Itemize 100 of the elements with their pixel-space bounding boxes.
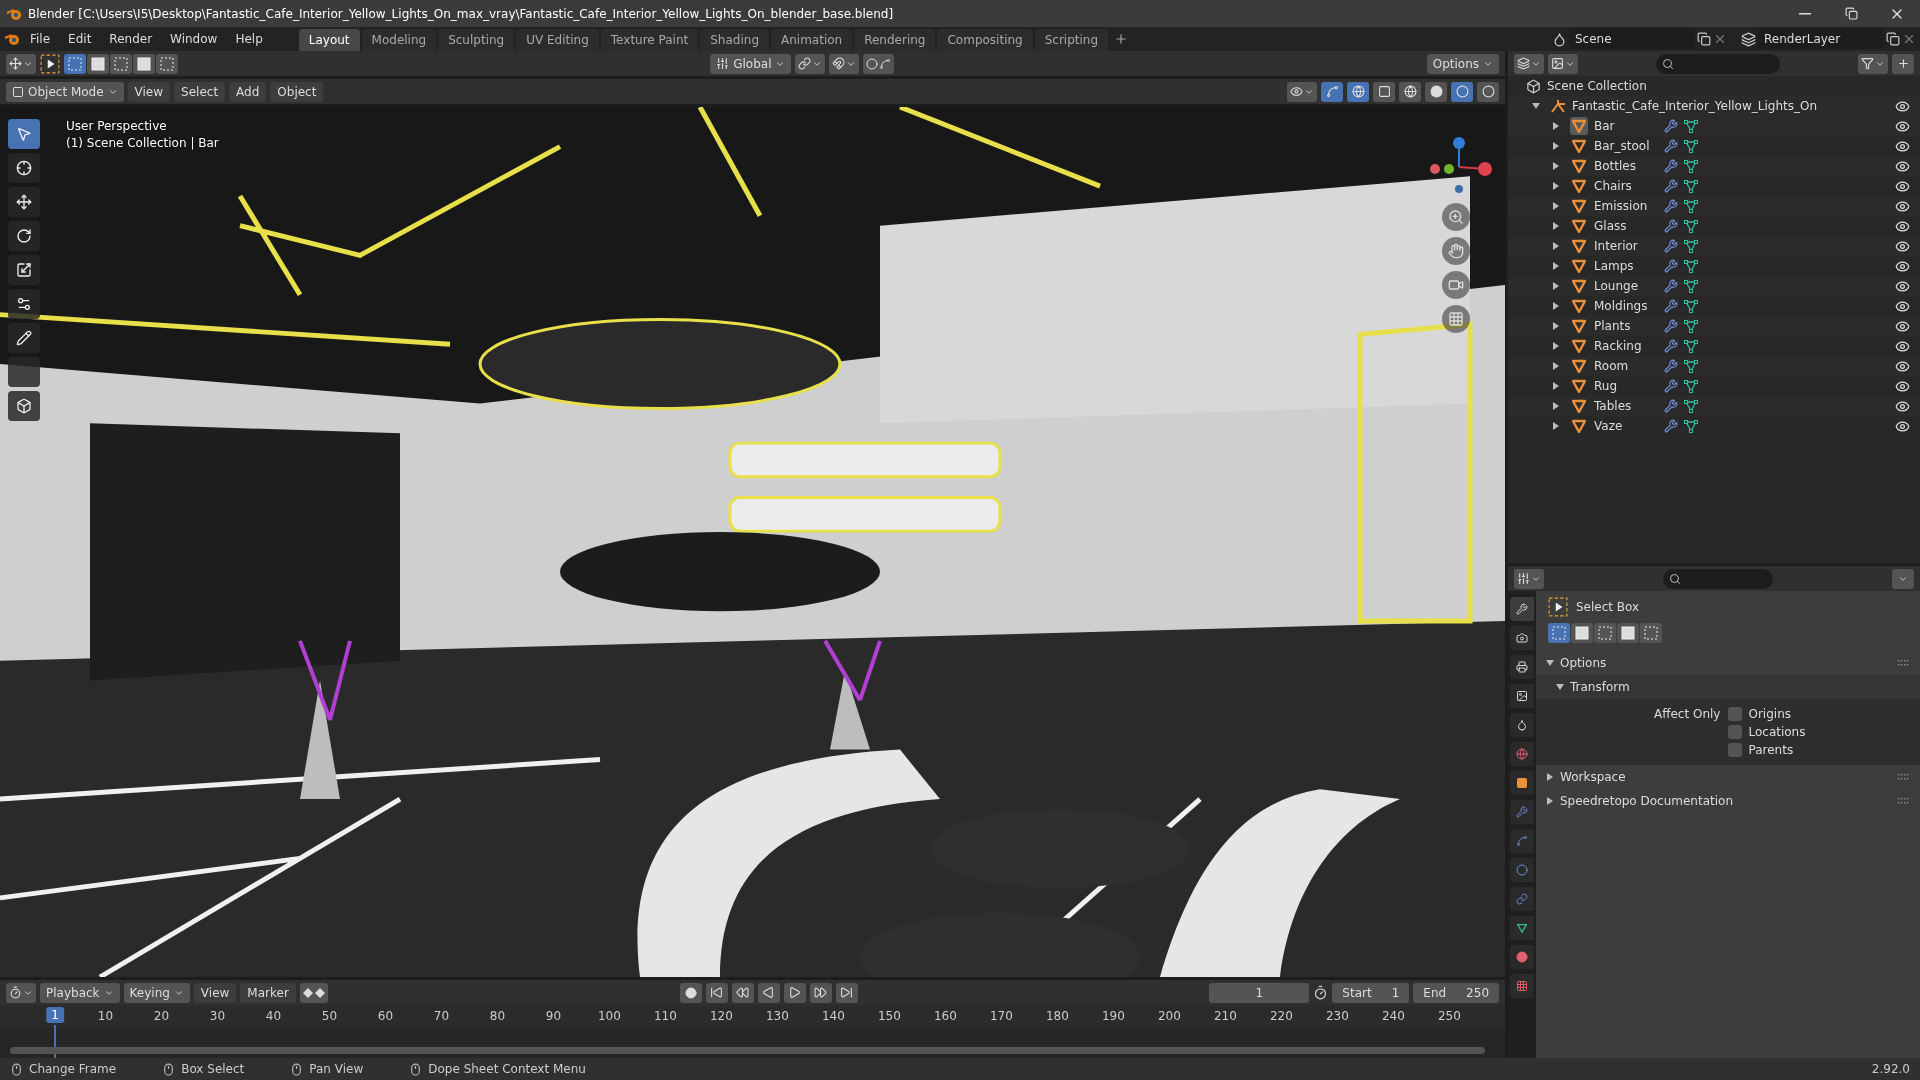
viewport-menu[interactable]: Add [229,81,267,102]
visibility-eye-icon[interactable] [1895,138,1910,154]
mesh-data-icon[interactable] [1684,199,1698,213]
workspace-tab[interactable]: Shading [700,29,769,51]
timeline-menu[interactable]: Marker [240,982,296,1003]
outliner-item[interactable]: Glass [1594,219,1654,233]
editor-type-button[interactable] [1514,53,1544,74]
outliner-item[interactable]: Vaze [1594,419,1654,433]
modifier-wrench-icon[interactable] [1664,179,1678,193]
outliner-item[interactable]: Lounge [1594,279,1654,293]
start-frame-field[interactable]: Start 1 [1332,982,1410,1003]
expand-arrow-icon[interactable] [1552,242,1560,250]
current-frame-field[interactable]: 1 [1209,982,1310,1003]
expand-arrow-icon[interactable] [1552,162,1560,170]
jump-start-button[interactable] [705,982,728,1003]
checkbox[interactable] [1728,725,1743,739]
expand-arrow-icon[interactable] [1552,322,1560,330]
physics-tab[interactable] [1510,858,1534,882]
material-tab[interactable] [1510,945,1534,969]
workspace-tab[interactable]: Scripting [1034,29,1109,51]
menu-item[interactable]: Render [101,30,161,48]
panel-arrow-icon[interactable] [1556,683,1564,691]
scene-icon[interactable] [1552,31,1567,47]
object-icon-holder[interactable] [1570,357,1588,375]
object-icon-holder[interactable] [1570,117,1588,135]
remove-scene-icon[interactable] [1713,32,1727,46]
mesh-data-icon[interactable] [1684,139,1698,153]
modifier-wrench-icon[interactable] [1664,319,1678,333]
pan-button[interactable] [1442,237,1470,265]
modifier-wrench-icon[interactable] [1664,419,1678,433]
expand-arrow-icon[interactable] [1552,342,1560,350]
drag-handle-icon[interactable] [1898,660,1910,666]
expand-arrow-icon[interactable] [1552,422,1560,430]
modifier-wrench-icon[interactable] [1664,219,1678,233]
remove-view-layer-icon[interactable] [1902,32,1916,46]
proportional-edit-button[interactable] [863,53,895,74]
scene-selector[interactable]: Scene [1569,29,1695,49]
new-collection-button[interactable] [1892,53,1914,74]
outliner-item[interactable]: Chairs [1594,179,1654,193]
mesh-data-tab[interactable] [1510,916,1534,940]
mesh-data-icon[interactable] [1684,419,1698,433]
visibility-eye-icon[interactable] [1895,358,1910,374]
grid-view-button[interactable] [1442,305,1470,333]
new-scene-icon[interactable] [1697,32,1711,46]
scroll-bar[interactable] [10,1047,1485,1054]
jump-end-button[interactable] [835,982,858,1003]
mode-intersect-button[interactable] [1640,623,1662,643]
modifier-wrench-icon[interactable] [1664,259,1678,273]
outliner-item[interactable]: Moldings [1594,299,1654,313]
visibility-eye-icon[interactable] [1895,98,1910,114]
keyframe-button[interactable] [299,982,328,1003]
viewport-menu[interactable]: Select [174,81,226,102]
mesh-data-icon[interactable] [1684,399,1698,413]
object-icon-holder[interactable] [1570,397,1588,415]
outliner-item[interactable]: Bottles [1594,159,1654,173]
mesh-data-icon[interactable] [1684,339,1698,353]
editor-type-button[interactable] [6,982,36,1003]
modifier-wrench-icon[interactable] [1664,199,1678,213]
rotate-tool-button[interactable] [8,221,40,251]
visibility-eye-icon[interactable] [1895,118,1910,134]
mesh-data-icon[interactable] [1684,219,1698,233]
mode-new-button[interactable] [64,53,86,74]
workspace-tab[interactable]: Texture Paint [600,29,699,51]
panel-title[interactable]: Speedretopo Documentation [1560,794,1733,808]
outliner-item[interactable]: Tables [1594,399,1654,413]
expand-arrow-icon[interactable] [1552,182,1560,190]
search-field[interactable] [1663,568,1773,589]
visibility-eye-icon[interactable] [1895,258,1910,274]
checkbox[interactable] [1728,743,1743,757]
object-icon-holder[interactable] [1570,237,1588,255]
mode-extend-button[interactable] [87,53,109,74]
menu-item[interactable]: File [22,30,59,48]
gizmo-button[interactable] [1321,81,1343,102]
mode-intersect-button[interactable] [156,53,178,74]
viewport-menu[interactable]: Object [270,81,324,102]
menu-item[interactable]: Window [162,30,226,48]
annotate-tool-button[interactable] [8,323,40,353]
outliner-item[interactable]: Fantastic_Cafe_Interior_Yellow_Lights_On [1572,99,1817,113]
outliner-item[interactable]: Scene Collection [1547,79,1647,93]
object-icon-holder[interactable] [1570,157,1588,175]
drag-handle-icon[interactable] [1898,774,1910,780]
subpanel-title[interactable]: Transform [1570,680,1630,694]
expand-arrow-icon[interactable] [1552,282,1560,290]
record-button[interactable] [679,982,702,1003]
options-button[interactable] [1892,568,1914,589]
outliner-item[interactable]: Interior [1594,239,1654,253]
expand-arrow-icon[interactable] [1552,262,1560,270]
modifier-wrench-icon[interactable] [1664,119,1678,133]
object-icon-holder[interactable] [1570,297,1588,315]
mode-difference-button[interactable] [133,53,155,74]
editor-type-button[interactable] [6,53,36,74]
mesh-data-icon[interactable] [1684,159,1698,173]
move-tool-button[interactable] [8,187,40,217]
visibility-eye-icon[interactable] [1895,198,1910,214]
object-icon-holder[interactable] [1570,137,1588,155]
object-icon-holder[interactable] [1570,317,1588,335]
visibility-eye-icon[interactable] [1895,298,1910,314]
texture-tab[interactable] [1510,974,1534,998]
workspace-tab[interactable]: Sculpting [438,29,515,51]
visibility-eye-icon[interactable] [1895,278,1910,294]
